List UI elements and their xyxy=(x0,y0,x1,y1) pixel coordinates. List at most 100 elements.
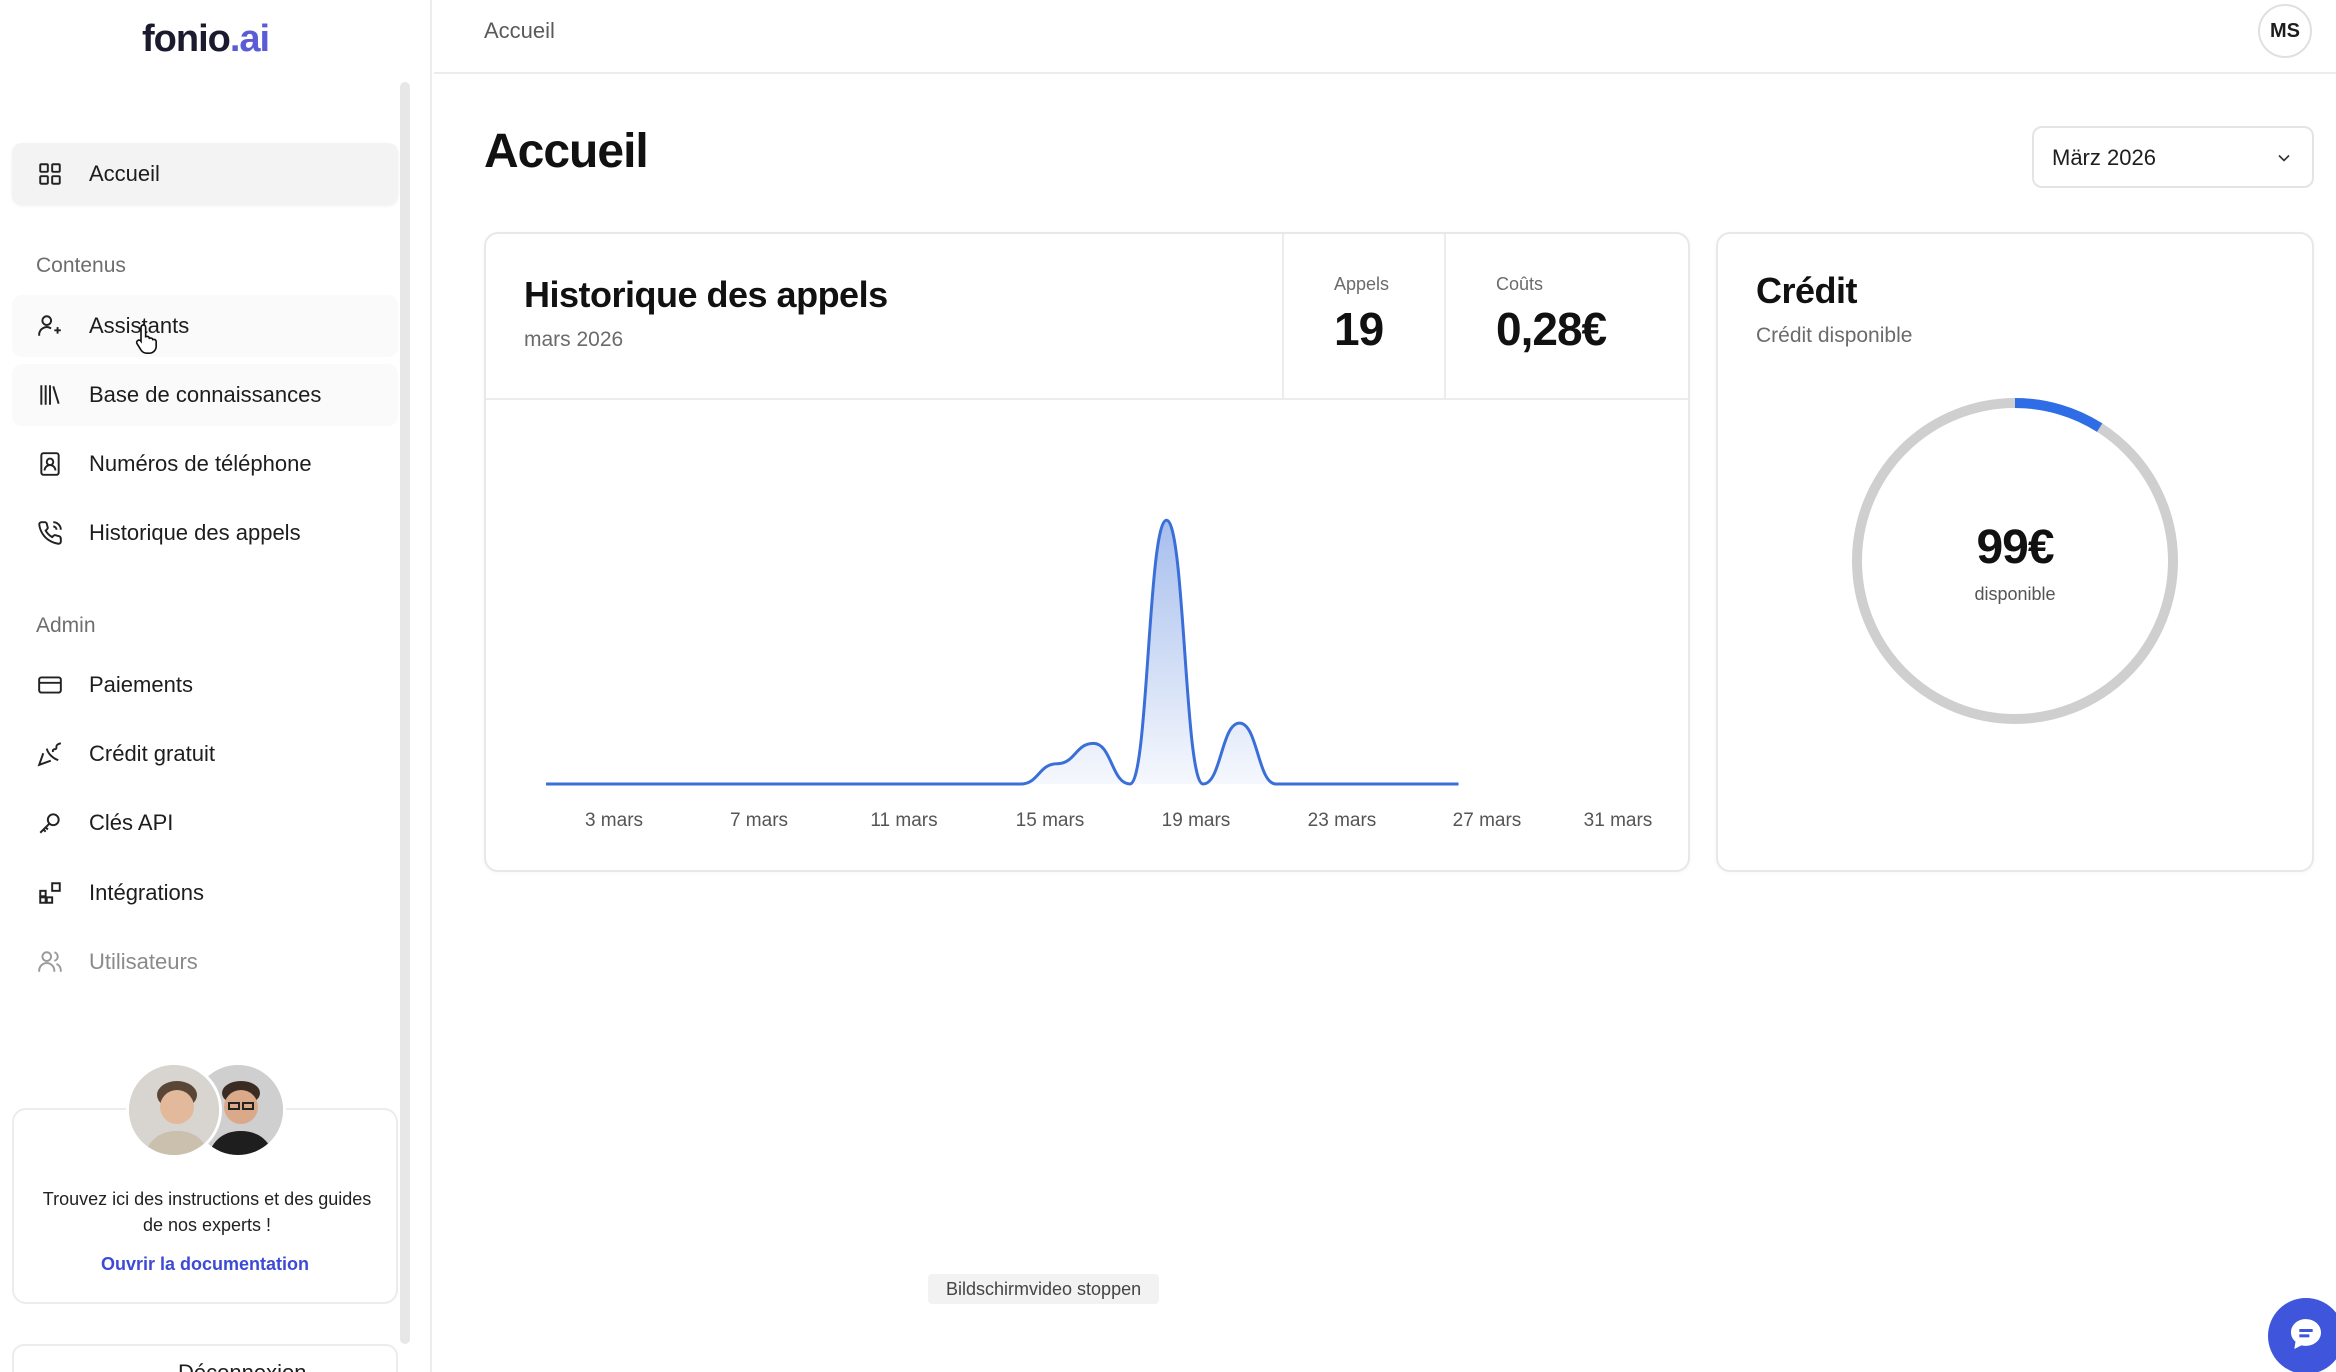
calls-stat: Appels 19 xyxy=(1282,234,1444,398)
key-icon xyxy=(35,808,65,838)
chart-point[interactable] xyxy=(1234,717,1246,729)
sidebar-item-label: Utilisateurs xyxy=(89,949,198,974)
credit-card: Crédit Crédit disponible 99€ disponible xyxy=(1716,232,2314,872)
contact-book-icon xyxy=(35,449,65,479)
sidebar-scrollbar[interactable] xyxy=(400,82,410,1344)
chart-point[interactable] xyxy=(577,778,589,790)
chart-area-fill xyxy=(546,520,1459,784)
sidebar-item-integrations[interactable]: Intégrations xyxy=(12,862,398,924)
chart-point[interactable] xyxy=(759,778,771,790)
costs-stat: Coûts 0,28€ xyxy=(1444,234,1688,398)
x-tick-label: 3 mars xyxy=(585,810,643,831)
party-popper-icon xyxy=(35,739,65,769)
sidebar-item-phone-numbers[interactable]: Numéros de téléphone xyxy=(12,433,398,495)
call-history-card: Historique des appels mars 2026 Appels 1… xyxy=(484,232,1690,872)
x-tick-label: 15 mars xyxy=(1016,810,1085,831)
x-tick-label: 19 mars xyxy=(1162,810,1231,831)
credit-card-icon xyxy=(35,670,65,700)
sidebar-item-label: Clés API xyxy=(89,810,174,835)
chart-point[interactable] xyxy=(1124,778,1136,790)
credit-donut-used-arc xyxy=(2014,398,2103,432)
sidebar-item-free-credit[interactable]: Crédit gratuit xyxy=(12,723,398,785)
sidebar-item-label: Numéros de téléphone xyxy=(89,451,312,476)
chart-point[interactable] xyxy=(723,778,735,790)
sidebar-item-users[interactable]: Utilisateurs xyxy=(12,931,398,993)
chat-bubble-icon xyxy=(2286,1314,2326,1359)
costs-stat-label: Coûts xyxy=(1496,274,1544,294)
sidebar-item-api-keys[interactable]: Clés API xyxy=(12,792,398,854)
phone-call-icon xyxy=(35,518,65,548)
credit-subtitle: Crédit disponible xyxy=(1756,324,1913,347)
mouse-cursor-icon xyxy=(134,322,162,361)
chart-point[interactable] xyxy=(1343,778,1355,790)
credit-value: 99€ xyxy=(1976,521,2054,574)
chevron-down-icon xyxy=(2274,148,2294,173)
call-history-header: Historique des appels mars 2026 Appels 1… xyxy=(486,234,1688,400)
x-tick-label: 31 mars xyxy=(1584,810,1653,831)
chart-point[interactable] xyxy=(1453,778,1465,790)
chart-point[interactable] xyxy=(978,778,990,790)
page-title: Accueil xyxy=(484,125,649,178)
call-history-title: Historique des appels xyxy=(524,274,888,315)
section-title-admin: Admin xyxy=(36,614,96,637)
topbar: Accueil MS xyxy=(434,0,2336,74)
chart-point[interactable] xyxy=(1416,778,1428,790)
documentation-text: Trouvez ici des instructions et des guid… xyxy=(42,1189,372,1235)
stop-recording-button[interactable]: Bildschirmvideo stoppen xyxy=(928,1274,1160,1304)
costs-stat-value: 0,28€ xyxy=(1496,303,1607,355)
breadcrumb[interactable]: Accueil xyxy=(484,18,555,44)
users-icon xyxy=(35,947,65,977)
documentation-link[interactable]: Ouvrir la documentation xyxy=(14,1254,396,1275)
chart-point[interactable] xyxy=(1088,737,1100,749)
x-tick-label: 27 mars xyxy=(1453,810,1522,831)
chart-point[interactable] xyxy=(832,778,844,790)
x-tick-label: 23 mars xyxy=(1308,810,1377,831)
expert-avatar xyxy=(126,1062,222,1158)
sidebar-item-label: Base de connaissances xyxy=(89,382,322,407)
chart-point[interactable] xyxy=(686,778,698,790)
chart-point[interactable] xyxy=(869,778,881,790)
calls-stat-label: Appels xyxy=(1334,274,1390,294)
chart-point[interactable] xyxy=(796,778,808,790)
chart-point[interactable] xyxy=(613,778,625,790)
blocks-icon xyxy=(35,878,65,908)
chart-point[interactable] xyxy=(942,778,954,790)
chart-point[interactable] xyxy=(1307,778,1319,790)
sidebar-item-knowledge-base[interactable]: Base de connaissances xyxy=(12,364,398,426)
sidebar-item-payments[interactable]: Paiements xyxy=(12,654,398,716)
library-icon xyxy=(35,380,65,410)
month-select[interactable]: März 2026 xyxy=(2032,126,2314,188)
user-avatar[interactable]: MS xyxy=(2258,4,2312,58)
call-history-chart[interactable]: 3 mars 7 mars 11 mars 15 mars 19 mars 23 mars… xyxy=(486,400,1688,870)
chart-point[interactable] xyxy=(1015,778,1027,790)
credit-title: Crédit xyxy=(1756,270,1858,311)
month-select-value: März 2026 xyxy=(2052,145,2156,170)
sidebar-item-label: Accueil xyxy=(89,161,160,186)
sidebar-item-assistants[interactable]: Assistants xyxy=(12,295,398,357)
sidebar-item-call-history[interactable]: Historique des appels xyxy=(12,502,398,564)
chart-point[interactable] xyxy=(1197,778,1209,790)
credit-value-label: disponible xyxy=(1974,584,2056,604)
chat-button[interactable] xyxy=(2268,1298,2336,1372)
sidebar: fonio.ai Accueil Contenus Assistants Bas… xyxy=(0,0,432,1372)
chart-point[interactable] xyxy=(650,778,662,790)
sidebar-item-label: Paiements xyxy=(89,672,193,697)
sidebar-item-label: Intégrations xyxy=(89,880,204,905)
logout-label: Déconnexion xyxy=(178,1360,306,1372)
call-history-subtitle: mars 2026 xyxy=(524,328,624,351)
grid-icon xyxy=(35,159,65,189)
sidebar-item-label: Crédit gratuit xyxy=(89,741,215,766)
user-bot-icon xyxy=(35,311,65,341)
chart-point[interactable] xyxy=(1161,514,1173,526)
chart-series-line xyxy=(545,518,1459,786)
chart-point[interactable] xyxy=(1380,778,1392,790)
sidebar-item-home[interactable]: Accueil xyxy=(12,143,398,205)
x-tick-label: 11 mars xyxy=(870,810,937,831)
chart-point[interactable] xyxy=(540,778,552,790)
chart-point[interactable] xyxy=(1270,778,1282,790)
x-tick-label: 7 mars xyxy=(730,810,788,831)
brand-logo[interactable]: fonio.ai xyxy=(142,18,270,61)
logout-button[interactable]: Déconnexion xyxy=(12,1344,398,1372)
chart-point[interactable] xyxy=(1051,758,1063,770)
chart-point[interactable] xyxy=(905,778,917,790)
